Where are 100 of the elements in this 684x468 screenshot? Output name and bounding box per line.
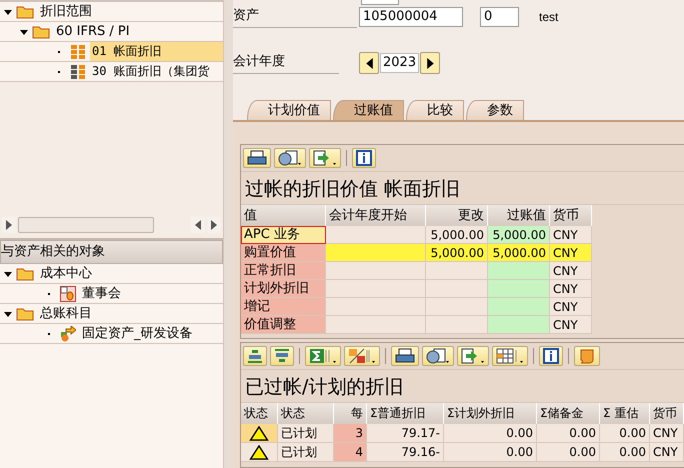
tab[interactable]: 计划价值	[247, 100, 331, 120]
table-cell: 79.16-	[367, 443, 444, 462]
print-button[interactable]	[243, 148, 271, 168]
table-cell: 价值调整	[241, 316, 326, 334]
folder-icon	[32, 24, 50, 38]
table-cell	[426, 280, 488, 298]
table-cell: 5,000.00	[426, 226, 488, 244]
table-cell: 0.00	[444, 443, 537, 462]
column-header[interactable]: 更改	[426, 205, 488, 226]
scroll-right-icon[interactable]	[211, 220, 218, 230]
tab[interactable]: 过账值	[333, 100, 404, 120]
table-cell: CNY	[650, 424, 684, 443]
sum-dropdown-button[interactable]	[305, 346, 341, 366]
column-header[interactable]: 会计年度开始	[326, 205, 426, 226]
table-cell	[488, 298, 550, 316]
table-cell[interactable]	[241, 443, 278, 462]
table-cell	[488, 262, 550, 280]
column-header[interactable]: Σ计划外折旧	[444, 403, 537, 424]
table-cell: 已计划	[278, 424, 334, 443]
next-year-button[interactable]	[420, 52, 440, 74]
table-cell: 计划外折旧	[241, 280, 326, 298]
table-cell: CNY	[650, 443, 684, 462]
table-cell[interactable]	[241, 424, 278, 443]
view-dropdown-button[interactable]	[422, 346, 454, 366]
column-header[interactable]: Σ普通折旧	[367, 403, 444, 424]
table-cell: 5,000.00	[488, 226, 550, 244]
column-header[interactable]: Σ储备金	[537, 403, 600, 424]
export-dropdown-button[interactable]	[309, 148, 341, 168]
column-header[interactable]: 状态	[278, 403, 334, 424]
column-header[interactable]: 过账值	[488, 205, 550, 226]
sort-descending-button[interactable]	[270, 346, 294, 366]
column-header[interactable]: 每	[334, 403, 367, 424]
tab[interactable]: 比较	[406, 100, 464, 120]
input-field[interactable]	[361, 0, 399, 5]
table-cell	[426, 316, 488, 334]
caret-icon[interactable]	[20, 28, 28, 36]
coins-icon	[60, 286, 76, 302]
info-button[interactable]	[539, 346, 563, 366]
folder-icon	[16, 306, 34, 320]
left-arrow-icon	[366, 58, 372, 68]
tree-item[interactable]: 总账科目	[38, 304, 96, 323]
column-header[interactable]: Σ 重估	[600, 403, 650, 424]
table-cell: 增记	[241, 298, 326, 316]
tree-item[interactable]: 固定资产_研发设备	[80, 324, 196, 343]
asset-description: test	[539, 10, 558, 24]
table-icon	[70, 64, 86, 80]
table-cell: CNY	[550, 262, 592, 280]
table-cell: 购置价值	[241, 244, 326, 262]
tree-item[interactable]: 成本中心	[38, 264, 96, 283]
table-cell: 79.17-	[367, 424, 444, 443]
table-cell: CNY	[550, 316, 592, 334]
table-cell: 0.00	[537, 443, 600, 462]
fiscal-year-field[interactable]: 2023	[380, 53, 420, 73]
column-header[interactable]: 状态	[241, 403, 278, 424]
caret-icon[interactable]	[4, 270, 12, 278]
table-cell: 5,000.00	[488, 244, 550, 262]
scrollbar-thumb[interactable]	[18, 217, 154, 233]
table-cell: CNY	[550, 226, 592, 244]
table-cell: 5,000.00	[426, 244, 488, 262]
table-cell: 0.00	[537, 424, 600, 443]
table-cell: 正常折旧	[241, 262, 326, 280]
table-cell: 已计划	[278, 443, 334, 462]
layout-dropdown-button[interactable]	[492, 346, 528, 366]
table-cell: 3	[334, 424, 367, 443]
table-icon	[70, 44, 86, 60]
info-button[interactable]	[352, 148, 376, 168]
table-cell: 4	[334, 443, 367, 462]
caret-icon[interactable]	[4, 8, 12, 16]
sort-ascending-button[interactable]	[243, 346, 267, 366]
table-cell: 0.00	[444, 424, 537, 443]
folder-icon	[16, 4, 34, 18]
tree-item[interactable]: 董事会	[80, 284, 125, 303]
view-dropdown-button[interactable]	[274, 148, 306, 168]
table-cell: CNY	[550, 280, 592, 298]
column-header[interactable]: 货币	[550, 205, 592, 226]
tab[interactable]: 参数	[466, 100, 524, 120]
scroll-icon[interactable]	[574, 346, 600, 366]
table-cell	[488, 280, 550, 298]
field-label: 资产	[233, 6, 357, 28]
export-dropdown-button[interactable]	[457, 346, 489, 366]
field-label: 会计年度	[233, 52, 339, 74]
caret-icon[interactable]	[4, 310, 12, 318]
arrow-icon	[60, 326, 76, 342]
table-cell: CNY	[550, 298, 592, 316]
table-cell	[488, 316, 550, 334]
column-header[interactable]: 值	[241, 205, 326, 226]
tree-item[interactable]: 01 帐面折旧	[90, 42, 224, 61]
previous-year-button[interactable]	[359, 52, 379, 74]
scroll-right-icon[interactable]	[6, 220, 12, 230]
table-cell: 0.00	[600, 424, 650, 443]
table-cell: APC 业务	[241, 226, 326, 244]
sub-number-field[interactable]: 0	[480, 7, 519, 27]
table-cell: CNY	[550, 244, 592, 262]
subtotal-dropdown-button[interactable]	[344, 346, 380, 366]
asset-number-field[interactable]: 105000004	[359, 7, 463, 27]
folder-icon	[16, 266, 34, 280]
print-button[interactable]	[391, 346, 419, 366]
scroll-left-icon[interactable]	[195, 220, 202, 230]
table-cell	[426, 262, 488, 280]
column-header[interactable]: 货币	[650, 403, 684, 424]
